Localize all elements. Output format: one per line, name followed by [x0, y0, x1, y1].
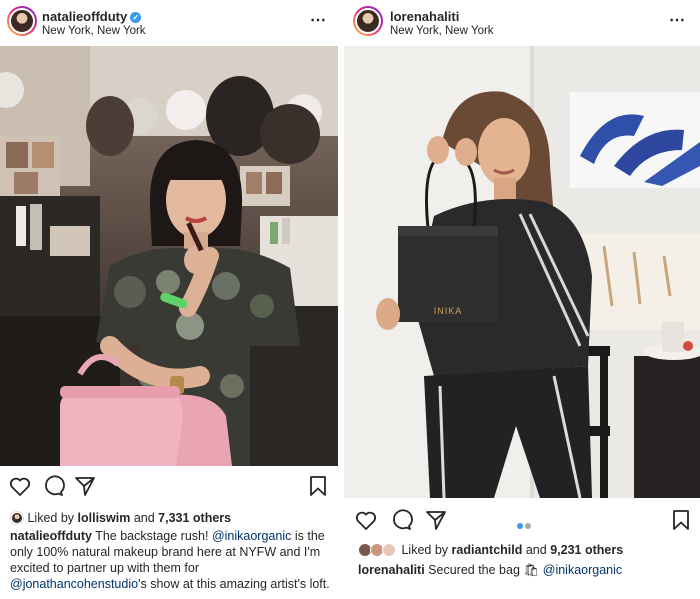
- liked-by-and: and: [133, 511, 155, 525]
- avatar[interactable]: [7, 6, 37, 36]
- post-header: natalieoffduty ✓ New York, New York ⋯: [0, 0, 338, 46]
- share-icon[interactable]: [73, 474, 97, 498]
- likes-count[interactable]: 9,231 others: [550, 543, 623, 557]
- likes-line: Liked by lolliswim and 7,331 others: [10, 508, 231, 525]
- liked-by-user[interactable]: radiantchild: [452, 543, 523, 557]
- verified-badge-icon: ✓: [130, 12, 142, 23]
- username[interactable]: lorenahaliti: [390, 9, 459, 24]
- likes-line: Liked by radiantchild and 9,231 others: [358, 540, 623, 557]
- share-icon[interactable]: [424, 508, 448, 532]
- post-natalieoffduty: natalieoffduty ✓ New York, New York ⋯ Li…: [0, 0, 338, 599]
- heart-icon[interactable]: [8, 474, 32, 498]
- backstage-photo: [0, 46, 338, 466]
- location[interactable]: New York, New York: [42, 25, 146, 37]
- heart-icon[interactable]: [354, 508, 378, 532]
- location[interactable]: New York, New York: [390, 25, 494, 37]
- caption-mention-inikaorganic[interactable]: @inikaorganic: [543, 563, 622, 577]
- caption-mention-jonathancohenstudio[interactable]: @jonathancohenstudio: [10, 577, 138, 591]
- post-photo[interactable]: [0, 46, 338, 466]
- caption: natalieoffduty The backstage rush! @inik…: [10, 528, 334, 592]
- inika-bag-photo: INIKA: [344, 46, 700, 498]
- bookmark-icon[interactable]: [306, 474, 330, 498]
- caption-text-1: The backstage rush!: [95, 529, 209, 543]
- caption-text: Secured the bag: [428, 563, 520, 577]
- shopping-bag-emoji-icon: 🛍: [523, 563, 540, 577]
- caption-username[interactable]: lorenahaliti: [358, 563, 425, 577]
- liked-by-prefix: Liked by: [27, 511, 75, 525]
- liked-by-prefix: Liked by: [401, 543, 449, 557]
- post-header: lorenahaliti New York, New York ⋯: [344, 0, 700, 46]
- liker-avatar[interactable]: [10, 511, 24, 525]
- action-bar: [0, 474, 338, 500]
- liked-by-user[interactable]: lolliswim: [78, 511, 131, 525]
- caption-mention-inikaorganic[interactable]: @inikaorganic: [212, 529, 291, 543]
- liker-avatars[interactable]: [358, 543, 398, 557]
- bag-logo: INIKA: [434, 306, 463, 316]
- caption-username[interactable]: natalieoffduty: [10, 529, 92, 543]
- comment-icon[interactable]: [41, 474, 65, 498]
- username[interactable]: natalieoffduty ✓: [42, 9, 142, 24]
- username-text[interactable]: natalieoffduty: [42, 9, 127, 24]
- liked-by-and: and: [525, 543, 547, 557]
- more-options-icon[interactable]: ⋯: [669, 10, 686, 30]
- caption: lorenahaliti Secured the bag 🛍 @inikaorg…: [358, 562, 698, 578]
- caption-text-3: 's show at this amazing artist's loft.: [138, 577, 330, 591]
- carousel-dot[interactable]: [517, 523, 523, 529]
- bookmark-icon[interactable]: [669, 508, 693, 532]
- avatar[interactable]: [353, 6, 383, 36]
- likes-count[interactable]: 7,331 others: [158, 511, 231, 525]
- post-lorenahaliti: lorenahaliti New York, New York ⋯ INIKA …: [344, 0, 700, 599]
- comment-icon[interactable]: [389, 508, 413, 532]
- carousel-dot[interactable]: [525, 523, 531, 529]
- carousel-dots: [516, 516, 532, 534]
- more-options-icon[interactable]: ⋯: [310, 10, 327, 30]
- post-photo[interactable]: INIKA: [344, 46, 700, 498]
